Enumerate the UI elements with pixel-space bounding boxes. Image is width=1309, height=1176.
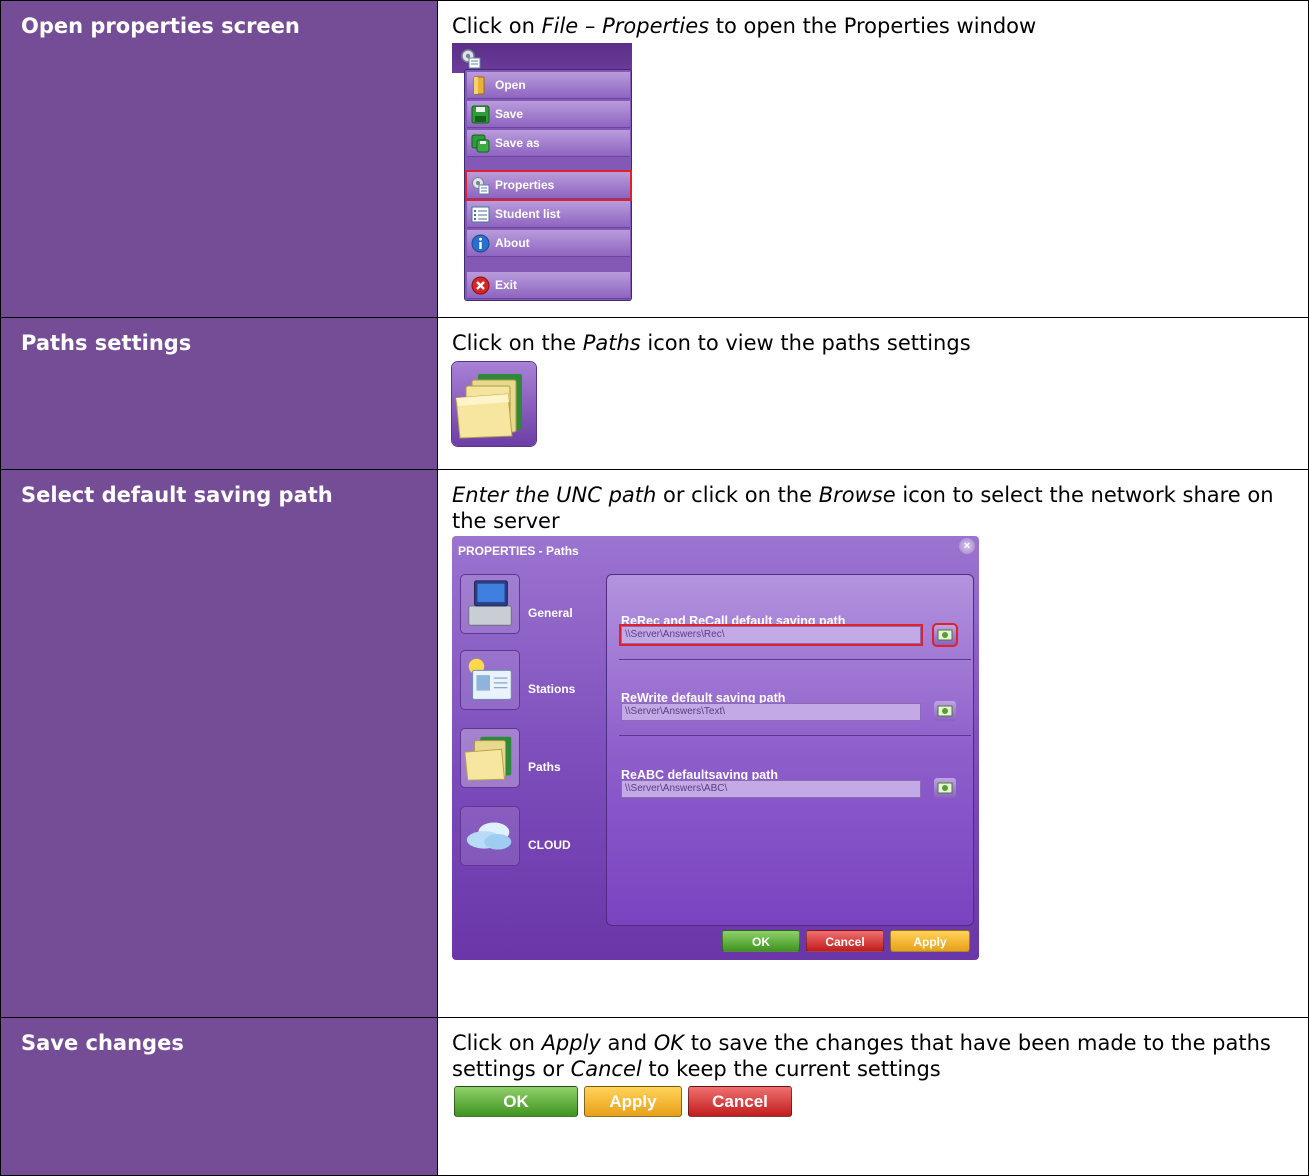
save-buttons: OK Apply Cancel <box>452 1086 1300 1118</box>
menu-item-properties[interactable]: Properties <box>465 170 632 201</box>
window-title: PROPERTIES - Paths <box>458 544 579 558</box>
cancel-button[interactable]: Cancel <box>688 1086 792 1117</box>
table-row: Select default saving path Enter the UNC… <box>0 469 1309 1018</box>
step-label: Save changes <box>0 1017 438 1176</box>
properties-icon <box>472 177 490 195</box>
browse-icon[interactable] <box>934 778 956 798</box>
sidebar-label: Stations <box>528 682 576 696</box>
folders-icon <box>455 374 522 439</box>
exit-icon <box>471 276 490 295</box>
browse-icon[interactable] <box>932 623 958 647</box>
path-input-reabc[interactable]: \\Server\Answers\ABC\ <box>621 780 921 798</box>
file-menu: Open Save Save as Properties Student lis… <box>464 69 632 301</box>
menu-item-about[interactable]: About <box>467 230 630 257</box>
cloud-icon <box>466 822 512 850</box>
instruction-table: Open properties screen Click on File – P… <box>0 0 1309 1176</box>
step-content: Click on File – Properties to open the P… <box>437 0 1309 318</box>
list-icon <box>471 206 490 223</box>
divider <box>619 659 971 660</box>
ok-button[interactable]: OK <box>454 1086 578 1117</box>
info-icon <box>471 234 490 253</box>
sidebar-item-paths[interactable] <box>460 728 520 788</box>
gear-icon[interactable] <box>460 48 482 70</box>
divider <box>619 735 971 736</box>
step-content: Click on the Paths icon to view the path… <box>437 317 1309 470</box>
sidebar-label: Paths <box>528 760 561 774</box>
path-input-rewrite[interactable]: \\Server\Answers\Text\ <box>621 703 921 721</box>
ok-button[interactable]: OK <box>722 930 800 952</box>
menu-item-open[interactable]: Open <box>467 72 630 99</box>
sidebar-label: CLOUD <box>528 838 571 852</box>
step-label: Select default saving path <box>0 469 438 1018</box>
file-menu-screenshot: Open Save Save as Properties Student lis… <box>452 43 652 303</box>
paths-panel: ReRec and ReCall default saving path \\S… <box>606 574 974 926</box>
step-description: Click on Apply and OK to save the change… <box>452 1031 1271 1081</box>
sidebar-item-stations[interactable] <box>460 650 520 710</box>
path-input-rerec[interactable]: \\Server\Answers\Rec\ <box>619 624 923 646</box>
menu-item-student-list[interactable]: Student list <box>467 201 630 228</box>
step-content: Click on Apply and OK to save the change… <box>437 1017 1309 1176</box>
properties-window: PROPERTIES - Paths × General Stations Pa… <box>452 536 979 960</box>
computer-icon <box>468 580 512 626</box>
apply-button[interactable]: Apply <box>584 1086 682 1117</box>
close-icon[interactable]: × <box>959 538 975 554</box>
paths-icon[interactable] <box>452 362 536 446</box>
sidebar-item-cloud[interactable] <box>460 806 520 866</box>
step-description: Enter the UNC path or click on the Brows… <box>452 483 1274 533</box>
apply-button[interactable]: Apply <box>890 930 970 952</box>
sidebar-label: General <box>528 606 573 620</box>
cancel-button[interactable]: Cancel <box>806 930 884 952</box>
step-description: Click on File – Properties to open the P… <box>452 14 1037 38</box>
step-content: Enter the UNC path or click on the Brows… <box>437 469 1309 1018</box>
menu-item-save[interactable]: Save <box>467 101 630 128</box>
menu-item-save-as[interactable]: Save as <box>467 130 630 157</box>
step-label: Paths settings <box>0 317 438 470</box>
menu-item-exit[interactable]: Exit <box>467 272 630 299</box>
table-row: Paths settings Click on the Paths icon t… <box>0 317 1309 470</box>
step-label: Open properties screen <box>0 0 438 318</box>
table-row: Save changes Click on Apply and OK to sa… <box>0 1017 1309 1176</box>
save-as-icon <box>471 134 490 153</box>
stations-icon <box>468 658 512 700</box>
table-row: Open properties screen Click on File – P… <box>0 0 1309 318</box>
folders-icon <box>464 736 512 781</box>
floppy-icon <box>471 105 490 124</box>
sidebar-item-general[interactable] <box>460 574 520 634</box>
browse-icon[interactable] <box>934 701 956 721</box>
step-description: Click on the Paths icon to view the path… <box>452 331 971 355</box>
folder-icon <box>473 76 485 95</box>
